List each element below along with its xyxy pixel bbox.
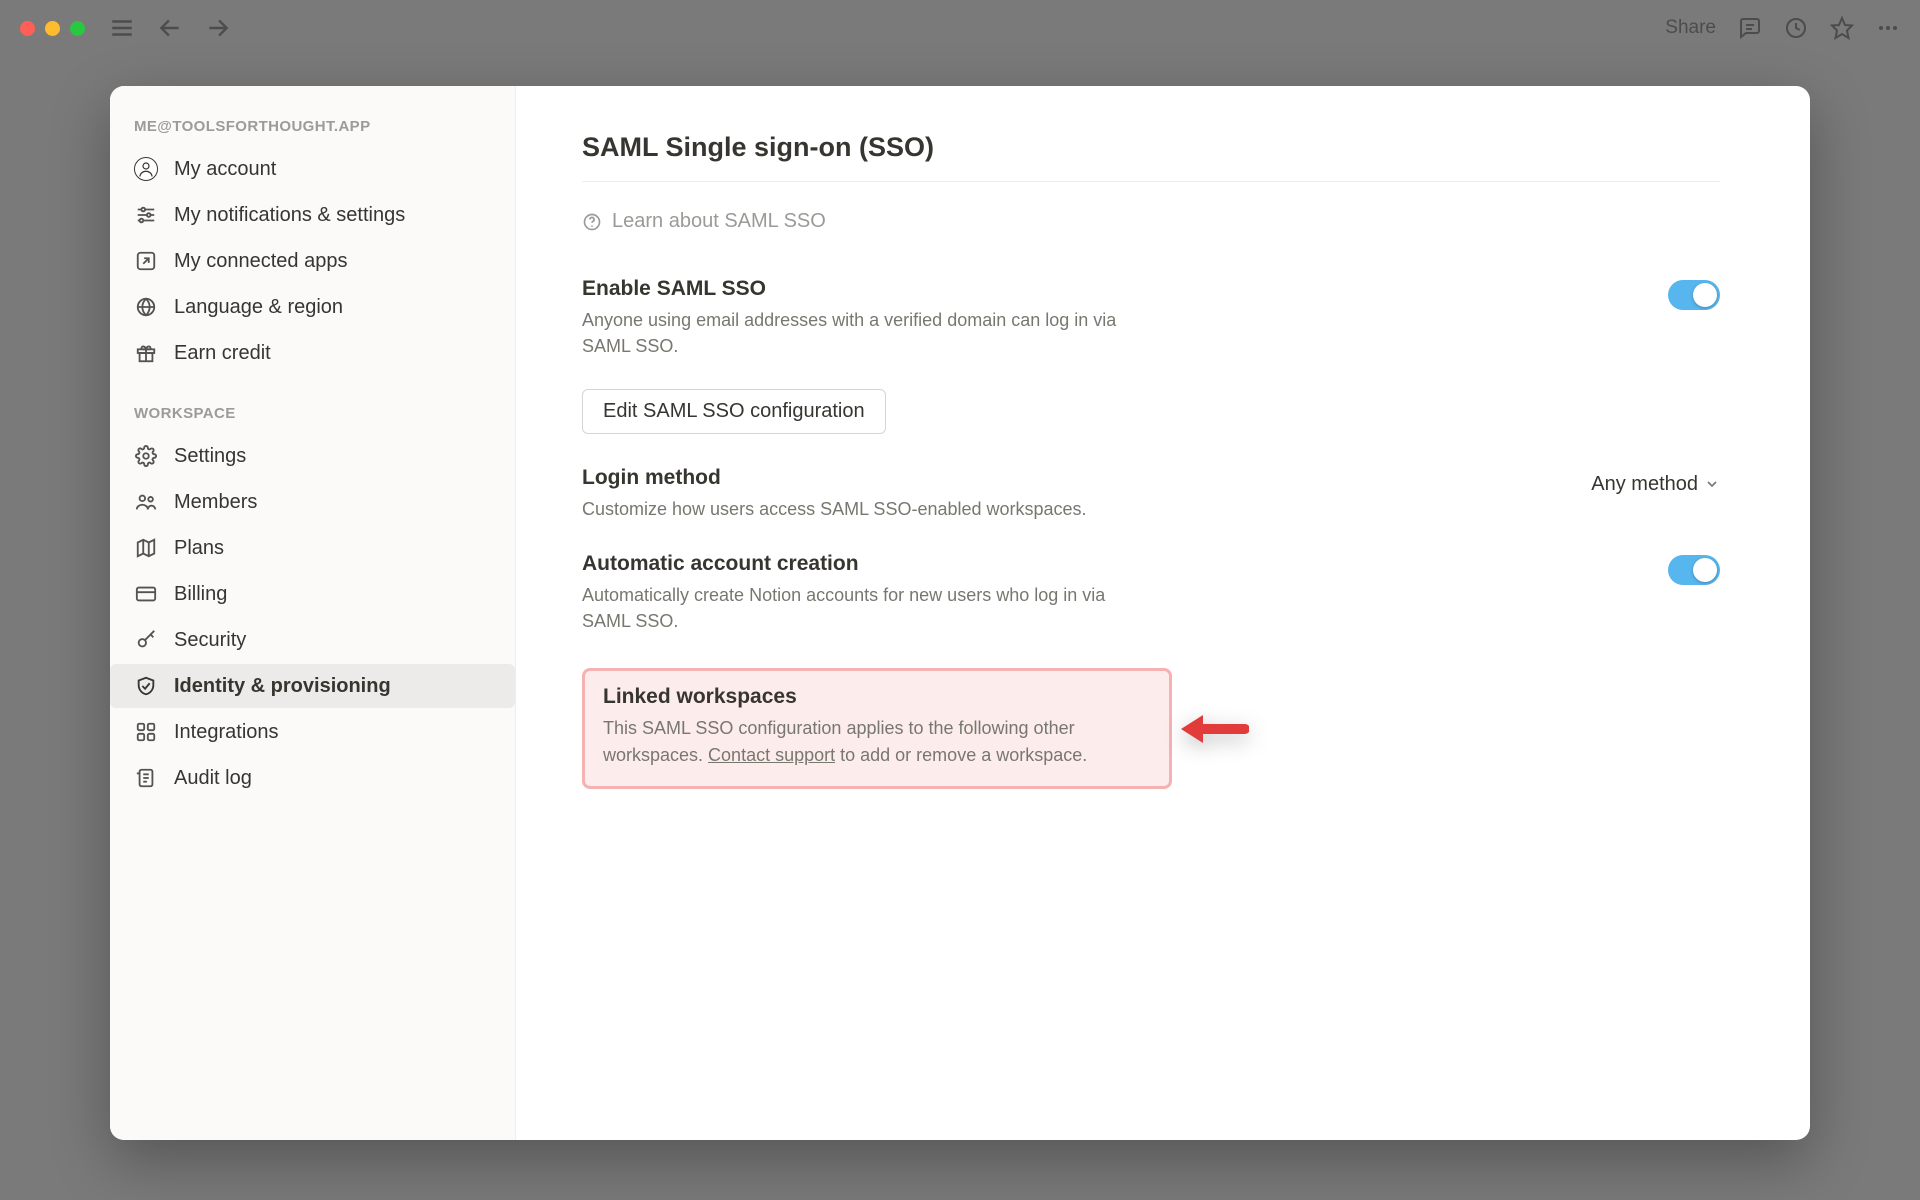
help-link[interactable]: Learn about SAML SSO (582, 210, 1720, 233)
sidebar-item-label: My account (174, 158, 491, 181)
sidebar-item-label: Earn credit (174, 342, 491, 365)
globe-icon (134, 295, 158, 319)
help-link-label: Learn about SAML SSO (612, 210, 826, 233)
sidebar-item-label: Members (174, 491, 491, 514)
app-window: Share ME@TOOLSFORTHOUGHT.APP (0, 0, 1920, 1200)
avatar-icon (134, 157, 158, 181)
sidebar-item-audit-log[interactable]: Audit log (110, 756, 515, 800)
sidebar-item-label: Language & region (174, 296, 491, 319)
sidebar-item-members[interactable]: Members (110, 480, 515, 524)
login-method-dropdown[interactable]: Any method (1591, 473, 1720, 496)
sidebar-item-billing[interactable]: Billing (110, 572, 515, 616)
sidebar-item-label: Security (174, 629, 491, 652)
sidebar-item-label: Settings (174, 445, 491, 468)
enable-sso-toggle[interactable] (1668, 280, 1720, 310)
linked-desc-b: to add or remove a workspace. (835, 745, 1087, 765)
annotation-arrow-icon (1177, 707, 1249, 751)
help-icon (582, 212, 602, 232)
settings-modal: ME@TOOLSFORTHOUGHT.APP My account My not… (110, 86, 1810, 1140)
sidebar-item-label: Billing (174, 583, 491, 606)
setting-desc: Anyone using email addresses with a veri… (582, 307, 1122, 359)
grid-icon (134, 720, 158, 744)
modal-overlay: ME@TOOLSFORTHOUGHT.APP My account My not… (0, 0, 1920, 1200)
setting-desc: This SAML SSO configuration applies to t… (603, 715, 1151, 767)
sliders-icon (134, 203, 158, 227)
gear-icon (134, 444, 158, 468)
map-icon (134, 536, 158, 560)
sidebar-item-notifications[interactable]: My notifications & settings (110, 193, 515, 237)
sidebar-item-earn-credit[interactable]: Earn credit (110, 331, 515, 375)
key-icon (134, 628, 158, 652)
section-account-header: ME@TOOLSFORTHOUGHT.APP (110, 108, 515, 145)
sidebar-item-label: Identity & provisioning (174, 675, 491, 698)
setting-auto-account: Automatic account creation Automatically… (582, 546, 1720, 658)
sidebar-item-label: Integrations (174, 721, 491, 744)
contact-support-link[interactable]: Contact support (708, 745, 835, 765)
sidebar-item-my-account[interactable]: My account (110, 147, 515, 191)
sidebar-item-security[interactable]: Security (110, 618, 515, 662)
credit-card-icon (134, 582, 158, 606)
setting-desc: Customize how users access SAML SSO-enab… (582, 496, 1122, 522)
sidebar-item-integrations[interactable]: Integrations (110, 710, 515, 754)
settings-content: SAML Single sign-on (SSO) Learn about SA… (516, 86, 1810, 1140)
dropdown-value: Any method (1591, 473, 1698, 496)
sidebar-item-label: My notifications & settings (174, 204, 491, 227)
audit-log-icon (134, 766, 158, 790)
sidebar-item-plans[interactable]: Plans (110, 526, 515, 570)
sidebar-item-label: My connected apps (174, 250, 491, 273)
setting-desc: Automatically create Notion accounts for… (582, 582, 1122, 634)
setting-login-method: Login method Customize how users access … (582, 460, 1720, 546)
sidebar-item-identity-provisioning[interactable]: Identity & provisioning (110, 664, 515, 708)
page-title: SAML Single sign-on (SSO) (582, 132, 1720, 182)
open-link-icon (134, 249, 158, 273)
setting-title: Enable SAML SSO (582, 277, 1142, 301)
sidebar-item-language[interactable]: Language & region (110, 285, 515, 329)
edit-sso-config-button[interactable]: Edit SAML SSO configuration (582, 389, 886, 434)
shield-icon (134, 674, 158, 698)
sidebar-item-settings[interactable]: Settings (110, 434, 515, 478)
setting-enable-sso: Enable SAML SSO Anyone using email addre… (582, 271, 1720, 383)
settings-sidebar: ME@TOOLSFORTHOUGHT.APP My account My not… (110, 86, 516, 1140)
members-icon (134, 490, 158, 514)
chevron-down-icon (1704, 476, 1720, 492)
section-workspace-header: WORKSPACE (110, 395, 515, 432)
sidebar-item-label: Audit log (174, 767, 491, 790)
setting-title: Automatic account creation (582, 552, 1142, 576)
setting-title: Login method (582, 466, 1142, 490)
sidebar-item-label: Plans (174, 537, 491, 560)
gift-icon (134, 341, 158, 365)
sidebar-item-connected-apps[interactable]: My connected apps (110, 239, 515, 283)
linked-workspaces-highlight: Linked workspaces This SAML SSO configur… (582, 668, 1172, 788)
auto-account-toggle[interactable] (1668, 555, 1720, 585)
setting-title: Linked workspaces (603, 685, 1151, 709)
